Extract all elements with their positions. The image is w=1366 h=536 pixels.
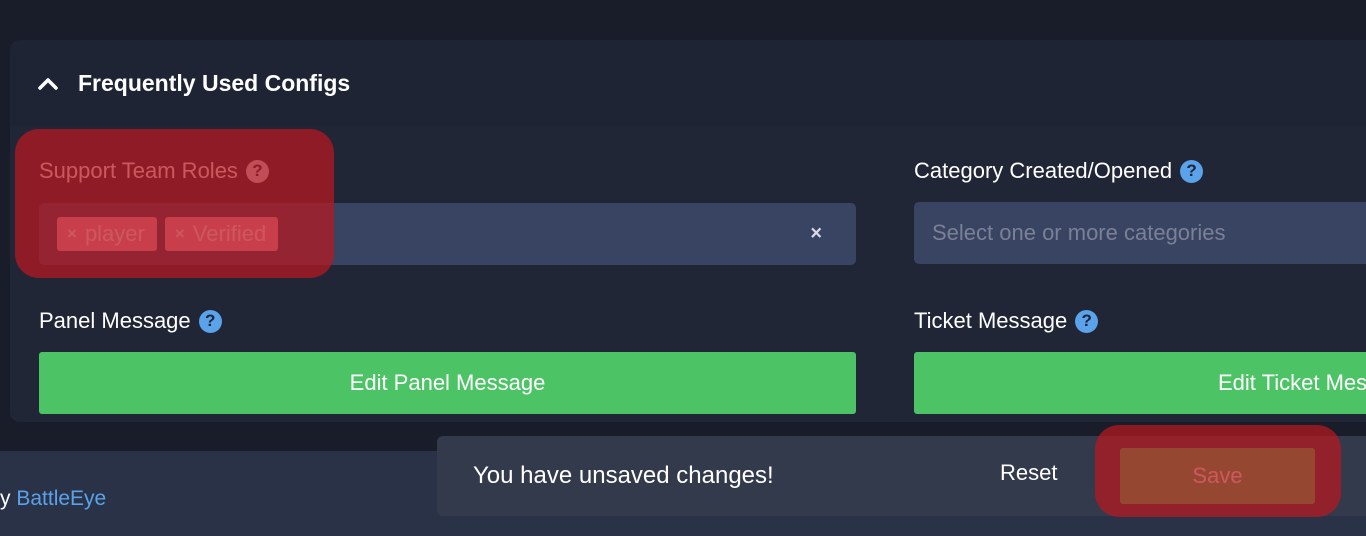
help-icon[interactable]: ?	[198, 309, 222, 333]
support-team-roles-select[interactable]: × player × Verified ×	[39, 203, 856, 265]
remove-tag-icon[interactable]: ×	[67, 224, 77, 244]
battleeye-link[interactable]: BattleEye	[16, 487, 106, 510]
category-label-text: Category Created/Opened	[914, 158, 1173, 183]
help-icon[interactable]: ?	[245, 159, 269, 183]
frequently-used-configs-panel: Frequently Used Configs Support Team Rol…	[10, 40, 1366, 422]
ticket-message-label: Ticket Message ?	[914, 308, 1099, 334]
category-select[interactable]: Select one or more categories	[914, 202, 1366, 264]
support-team-roles-label: Support Team Roles ?	[39, 158, 269, 184]
reset-button[interactable]: Reset	[1000, 460, 1057, 486]
panel-message-label: Panel Message ?	[39, 308, 222, 334]
panel-body: Support Team Roles ? × player × Verified…	[10, 126, 1366, 422]
panel-header[interactable]: Frequently Used Configs	[10, 40, 1366, 126]
role-tag-player: × player	[57, 217, 157, 251]
unsaved-changes-bar: You have unsaved changes! Reset Save	[437, 436, 1366, 516]
ticket-message-label-text: Ticket Message	[914, 308, 1068, 333]
role-tag-label: player	[84, 221, 145, 246]
category-label: Category Created/Opened ?	[914, 158, 1204, 184]
role-tag-label: Verified	[192, 221, 267, 246]
clear-all-icon[interactable]: ×	[810, 223, 822, 246]
footer-credit: y BattleEye	[0, 487, 106, 511]
page: Frequently Used Configs Support Team Rol…	[0, 0, 1366, 536]
category-placeholder: Select one or more categories	[932, 220, 1226, 245]
edit-panel-message-button[interactable]: Edit Panel Message	[39, 352, 856, 414]
help-icon[interactable]: ?	[1180, 159, 1204, 183]
role-tag-verified: × Verified	[164, 217, 279, 251]
save-button[interactable]: Save	[1120, 448, 1315, 504]
panel-message-label-text: Panel Message	[39, 308, 191, 333]
footer-prefix: y	[0, 487, 17, 510]
remove-tag-icon[interactable]: ×	[175, 224, 185, 244]
panel-title: Frequently Used Configs	[78, 69, 351, 96]
chevron-up-icon[interactable]	[37, 72, 59, 94]
help-icon[interactable]: ?	[1075, 309, 1099, 333]
support-team-roles-label-text: Support Team Roles	[39, 158, 238, 183]
edit-ticket-message-button[interactable]: Edit Ticket Message	[914, 352, 1366, 414]
unsaved-changes-message: You have unsaved changes!	[473, 462, 774, 489]
